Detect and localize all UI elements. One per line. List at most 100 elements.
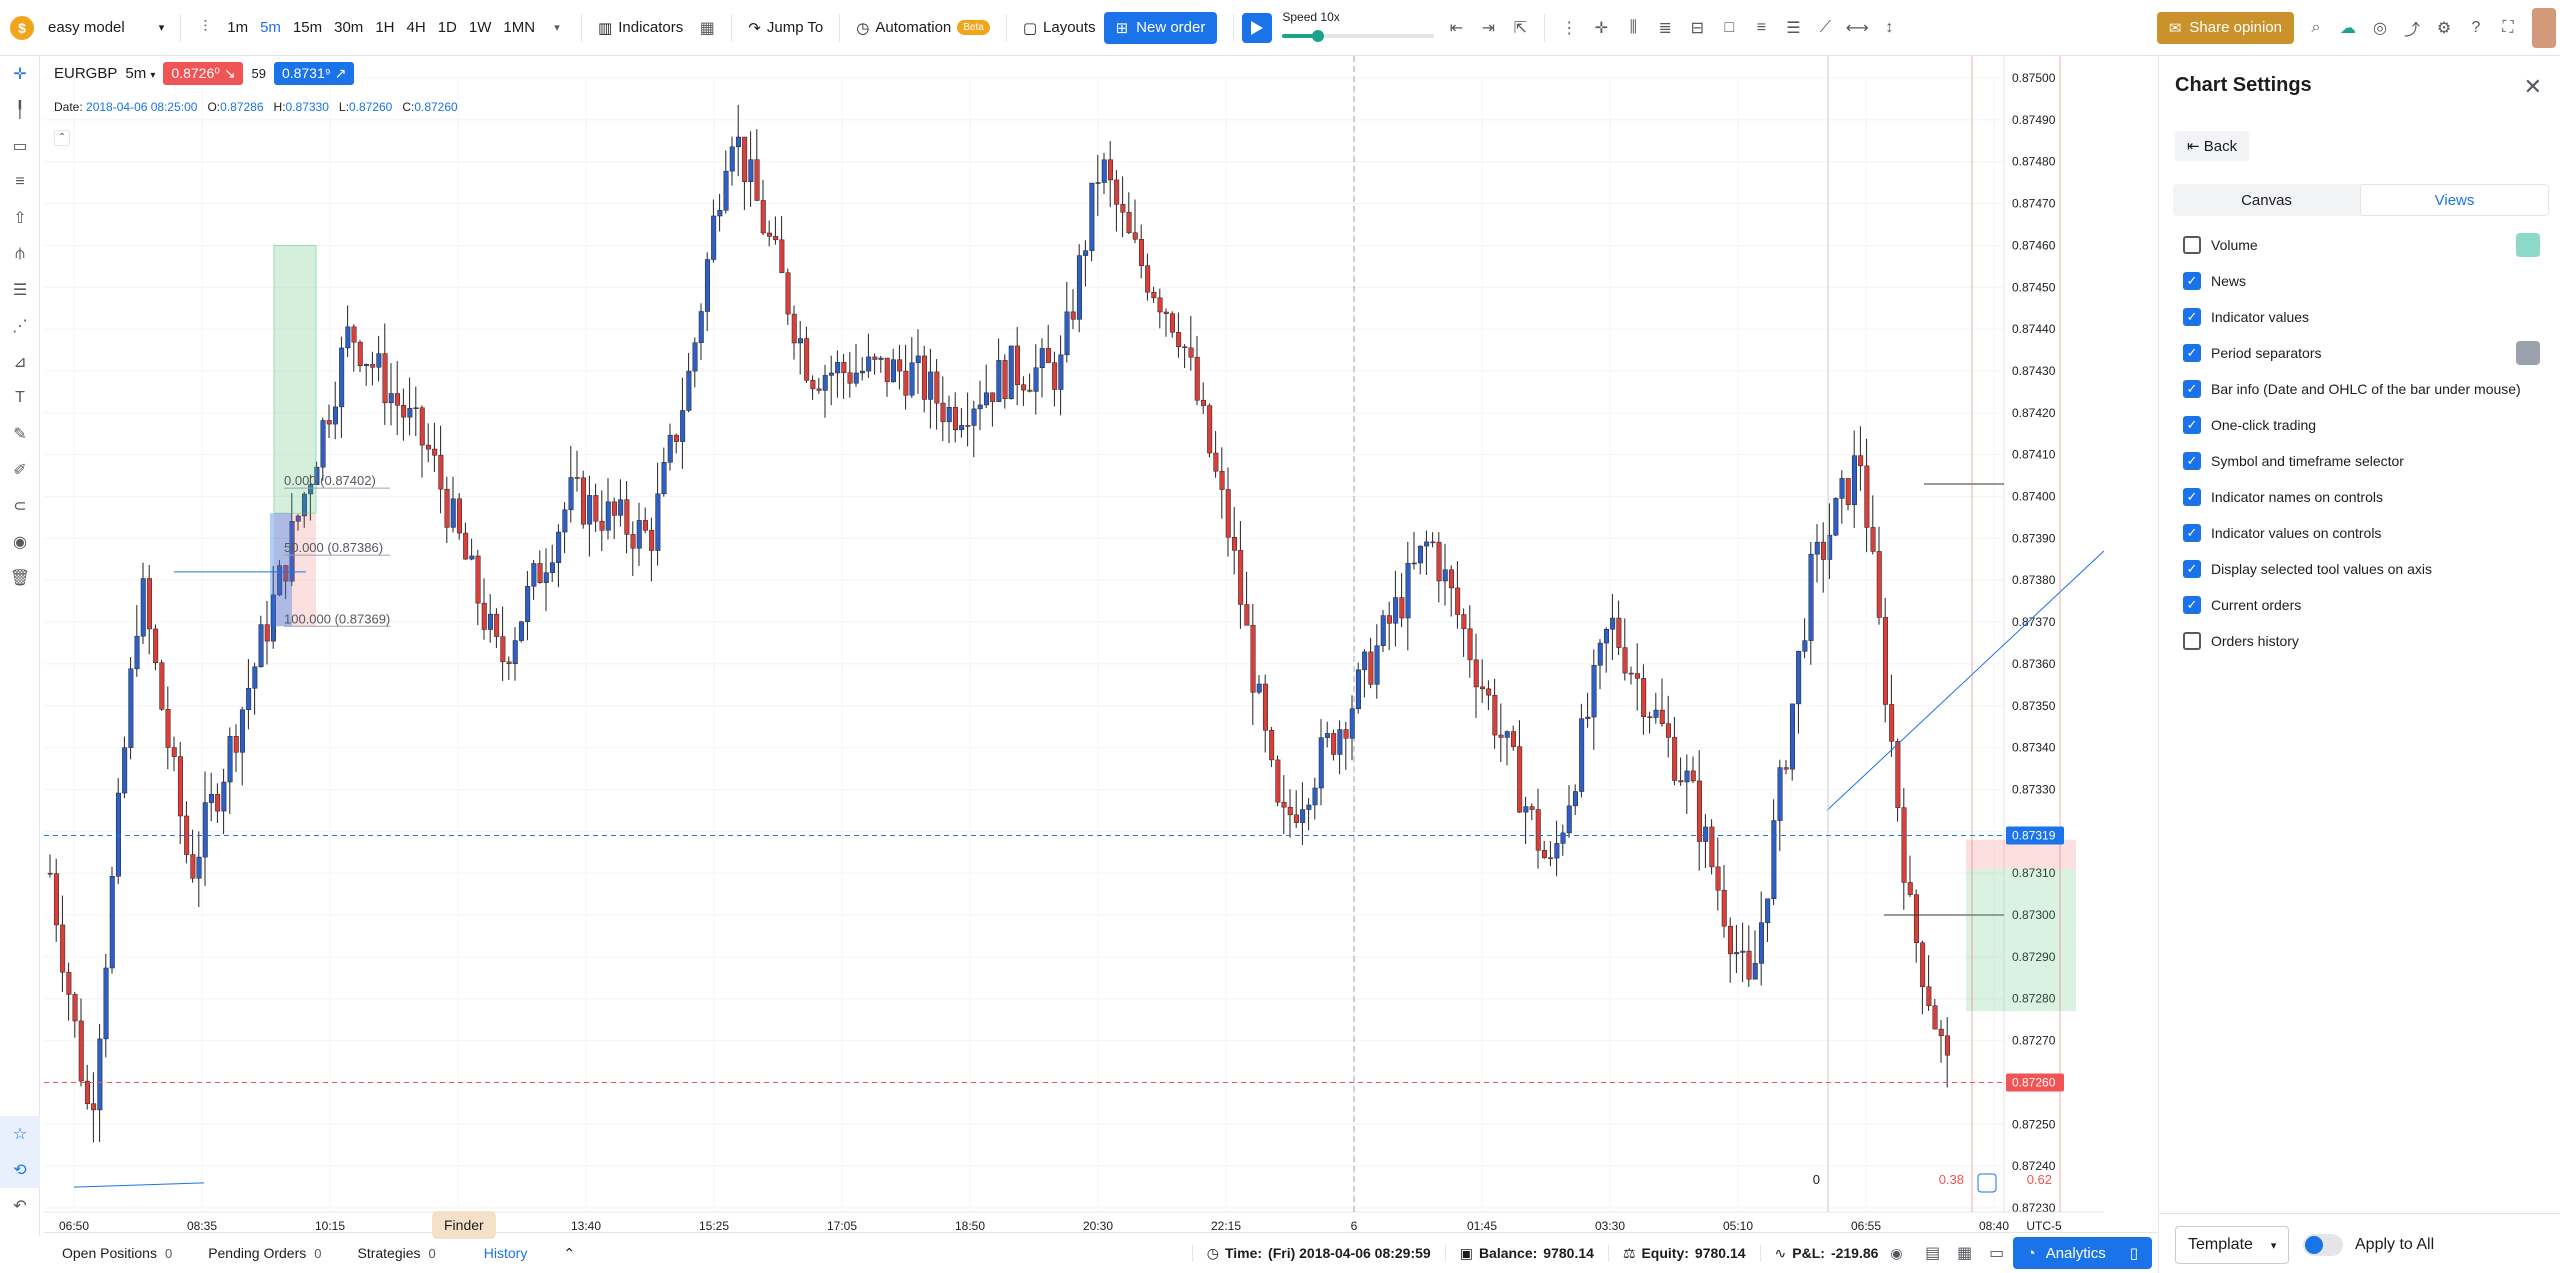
checkbox[interactable] <box>2183 632 2201 650</box>
model-selector[interactable]: easy model ▾ <box>40 12 172 44</box>
trend-line-icon[interactable]: ⟋ <box>1809 12 1841 44</box>
sync-icon[interactable]: ⟲ <box>0 1152 40 1188</box>
share-icon[interactable]: ⤴ <box>2396 12 2428 44</box>
vertical-line-icon[interactable]: ↕ <box>1873 12 1905 44</box>
avatar[interactable] <box>2532 7 2556 48</box>
trash-tool-icon[interactable]: 🗑 <box>0 560 40 596</box>
tab-history[interactable]: History <box>454 1245 546 1261</box>
option-bar-info-date-and-ohlc-of-the-bar-under-mouse[interactable]: Bar info (Date and OHLC of the bar under… <box>2183 380 2521 398</box>
new-order-button[interactable]: ⊞ New order <box>1103 11 1218 44</box>
indicators-button[interactable]: ▥ Indicators <box>590 12 691 44</box>
checkbox[interactable] <box>2183 236 2201 254</box>
option-symbol-and-timeframe-selector[interactable]: Symbol and timeframe selector <box>2183 452 2404 470</box>
option-orders-history[interactable]: Orders history <box>2183 632 2299 650</box>
option-one-click-trading[interactable]: One-click trading <box>2183 416 2316 434</box>
checkbox[interactable] <box>2183 596 2201 614</box>
trend-line[interactable] <box>73 1182 205 1188</box>
rectangle-icon[interactable]: □ <box>1713 12 1745 44</box>
tab-open-positions[interactable]: Open Positions 0 <box>44 1245 190 1261</box>
checkbox[interactable] <box>2183 380 2201 398</box>
calendar-icon[interactable]: ▦ <box>1949 1237 1981 1269</box>
channel-icon[interactable]: ☰ <box>1777 12 1809 44</box>
step-back-icon[interactable]: ⇤ <box>1440 12 1472 44</box>
rectangle-tool-icon[interactable]: ▭ <box>0 128 40 164</box>
fib-icon[interactable]: ≡ <box>1745 12 1777 44</box>
magnet-tool-icon[interactable]: ⊂ <box>0 488 40 524</box>
timeframe-1m[interactable]: 1m <box>221 19 254 36</box>
line-tool-icon[interactable]: ╿ <box>0 92 40 128</box>
checkbox[interactable] <box>2183 272 2201 290</box>
sell-button[interactable]: 0.8726⁰ ↘ <box>163 62 244 85</box>
tab-strategies[interactable]: Strategies 0 <box>339 1245 453 1261</box>
analytics-button[interactable]: ◔ Analytics ▯ <box>2012 1237 2152 1269</box>
eye-icon[interactable]: ◉ <box>1890 1245 1902 1262</box>
document-icon[interactable]: ▭ <box>1981 1237 2013 1269</box>
drag-handle-icon[interactable]: ⋮ <box>1553 12 1585 44</box>
option-indicator-values-on-controls[interactable]: Indicator values on controls <box>2183 524 2381 542</box>
cloud-icon[interactable]: ☁ <box>2332 12 2364 44</box>
price-chart[interactable]: 0.87500 0.87490 0.87480 0.87470 0.87460 0.874… <box>44 56 2104 1232</box>
tab-canvas[interactable]: Canvas <box>2173 184 2360 216</box>
speed-control[interactable]: Speed 10x <box>1280 8 1440 48</box>
buy-button[interactable]: 0.8731⁹ ↗ <box>273 62 355 85</box>
color-swatch[interactable] <box>2516 233 2540 257</box>
fib-tool-icon[interactable]: ≡ <box>0 164 40 200</box>
timeframe-30m[interactable]: 30m <box>328 19 369 36</box>
share-opinion-button[interactable]: ✉ Share opinion <box>2156 11 2294 44</box>
checkbox[interactable] <box>2183 452 2201 470</box>
pencil-tool-icon[interactable]: ✐ <box>0 452 40 488</box>
trend-line[interactable] <box>1826 550 2104 811</box>
sliders-icon[interactable]: ⫼ <box>1617 12 1649 44</box>
option-volume[interactable]: Volume <box>2183 236 2258 254</box>
crosshair-tool-icon[interactable]: ✛ <box>0 56 40 92</box>
jump-to-button[interactable]: ↷ Jump To <box>740 12 831 44</box>
checkbox[interactable] <box>2183 560 2201 578</box>
chart-timeframe[interactable]: 5m ▾ <box>125 65 155 82</box>
checkbox[interactable] <box>2183 344 2201 362</box>
tab-views[interactable]: Views <box>2360 184 2549 216</box>
channel-tool-icon[interactable]: ☰ <box>0 272 40 308</box>
favorites-icon[interactable]: ☆ <box>0 1116 40 1152</box>
back-button[interactable]: ⇤ Back <box>2175 131 2250 161</box>
play-button[interactable] <box>1242 12 1273 43</box>
timeframe-4h[interactable]: 4H <box>401 19 432 36</box>
checkbox[interactable] <box>2183 308 2201 326</box>
automation-button[interactable]: ◷ Automation Beta <box>848 12 998 44</box>
layouts-button[interactable]: ▢ Layouts <box>1015 12 1104 44</box>
arrow-tool-icon[interactable]: ⇧ <box>0 200 40 236</box>
measure-tool-icon[interactable]: ⊿ <box>0 344 40 380</box>
option-current-orders[interactable]: Current orders <box>2183 596 2301 614</box>
chart-type-icon[interactable]: ⫶ <box>189 12 221 44</box>
timeframe-1mn[interactable]: 1MN <box>497 19 541 36</box>
timeframe-5m[interactable]: 5m <box>254 19 287 36</box>
fib-range-box[interactable] <box>270 513 292 627</box>
notes-icon[interactable]: ▤ <box>1917 1237 1949 1269</box>
color-swatch[interactable] <box>2516 341 2540 365</box>
chart-canvas[interactable]: 0.87500 0.87490 0.87480 0.87470 0.87460 0.874… <box>44 56 2104 1232</box>
collapse-chevron-icon[interactable]: ⌃ <box>54 130 70 146</box>
speed-slider-handle[interactable] <box>1312 29 1325 42</box>
option-news[interactable]: News <box>2183 272 2246 290</box>
pattern-tool-icon[interactable]: ⋰ <box>0 308 40 344</box>
crosshair-icon[interactable]: ✛ <box>1585 12 1617 44</box>
eye-tool-icon[interactable]: ◉ <box>0 524 40 560</box>
option-period-separators[interactable]: Period separators <box>2183 344 2322 362</box>
app-logo-icon[interactable]: $ <box>10 15 34 40</box>
camera-icon[interactable]: ◎ <box>2364 12 2396 44</box>
option-display-selected-tool-values-on-axis[interactable]: Display selected tool values on axis <box>2183 560 2432 578</box>
horizontal-ray-icon[interactable]: ⟷ <box>1841 12 1873 44</box>
step-forward-icon[interactable]: ⇥ <box>1472 12 1504 44</box>
exit-replay-icon[interactable]: ⇱ <box>1504 12 1536 44</box>
pitchfork-tool-icon[interactable]: ⫛ <box>0 236 40 272</box>
expand-panel-icon[interactable]: ⌃ <box>545 1245 593 1262</box>
option-indicator-names-on-controls[interactable]: Indicator names on controls <box>2183 488 2383 506</box>
tab-pending-orders[interactable]: Pending Orders 0 <box>190 1245 339 1261</box>
timeframe-15m[interactable]: 15m <box>287 19 328 36</box>
templates-grid-icon[interactable]: ▦ <box>691 12 723 44</box>
timeframe-1w[interactable]: 1W <box>463 19 498 36</box>
checkbox[interactable] <box>2183 416 2201 434</box>
gear-icon[interactable]: ⚙ <box>2428 12 2460 44</box>
checkbox[interactable] <box>2183 524 2201 542</box>
help-icon[interactable]: ? <box>2460 12 2492 44</box>
undo-icon[interactable]: ↶ <box>0 1188 40 1224</box>
